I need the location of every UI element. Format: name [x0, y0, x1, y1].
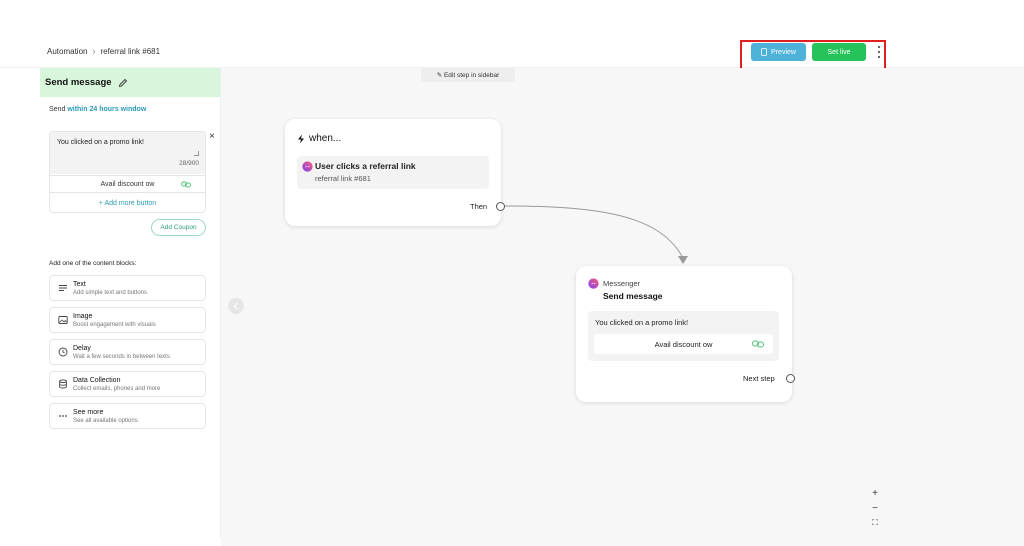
lightning-icon	[298, 134, 304, 143]
then-label: Then	[470, 202, 488, 211]
link-icon	[752, 340, 764, 348]
node-button-label: Avail discount ow	[654, 339, 713, 349]
messenger-icon	[302, 161, 313, 172]
then-output-port[interactable]	[496, 202, 505, 211]
node-channel: Messenger	[603, 279, 641, 288]
trigger-box[interactable]: User clicks a referral link referral lin…	[297, 156, 489, 189]
node-message-text: You clicked on a promo link!	[595, 318, 689, 327]
trigger-title: User clicks a referral link	[315, 161, 416, 171]
when-label: when...	[309, 133, 342, 144]
zoom-out-icon[interactable]: −	[872, 503, 878, 514]
next-step-output-port[interactable]	[786, 374, 795, 383]
next-step-label: Next step	[743, 374, 775, 383]
trigger-node[interactable]: when... User clicks a referral link refe…	[285, 119, 505, 226]
zoom-in-icon[interactable]: +	[872, 488, 878, 499]
node-message-preview: You clicked on a promo link! Avail disco…	[588, 311, 779, 361]
messenger-icon	[588, 278, 599, 289]
trigger-subtitle: referral link #681	[315, 174, 371, 183]
flow-connector	[504, 205, 688, 264]
fit-view-icon[interactable]: ⛶	[872, 517, 878, 528]
node-title: Send message	[603, 291, 663, 301]
send-message-node[interactable]: Messenger Send message You clicked on a …	[576, 266, 795, 402]
zoom-controls: + − ⛶	[868, 488, 882, 528]
node-message-button[interactable]: Avail discount ow	[594, 334, 773, 354]
trigger-node-title: when...	[297, 133, 341, 144]
